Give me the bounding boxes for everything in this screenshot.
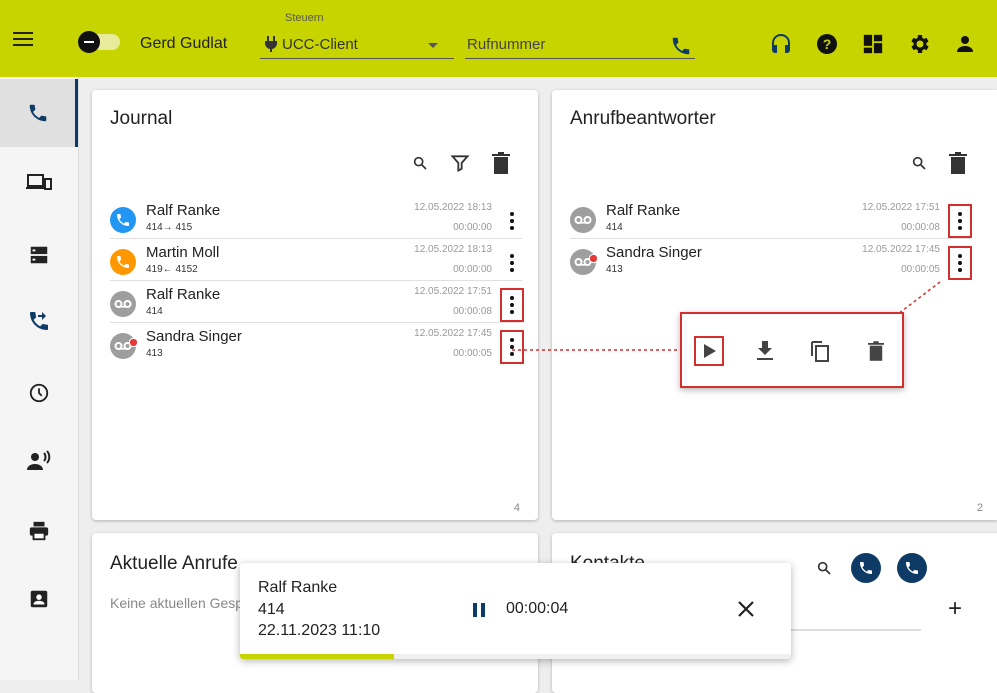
current-calls-title: Aktuelle Anrufe [110,553,238,574]
close-icon[interactable] [737,600,755,623]
player-progress[interactable] [240,654,791,659]
player-datetime: 22.11.2023 11:10 [258,622,381,639]
player-name: Ralf Ranke [258,579,338,596]
copy-icon[interactable] [807,338,833,364]
voicemail-player: Ralf Ranke 414 22.11.2023 11:10 00:00:04 [240,563,791,659]
contacts-tab-underline [791,629,921,631]
call-settings-icon[interactable] [851,553,881,583]
pause-icon[interactable] [472,602,486,623]
voicemail-actions-popup [680,312,904,388]
add-contact-button[interactable]: + [948,595,962,623]
player-elapsed: 00:00:04 [506,600,569,617]
player-progress-fill [240,654,395,659]
search-icon[interactable] [816,560,832,581]
player-number: 414 [258,601,285,618]
download-icon[interactable] [752,338,778,364]
call-forward-icon[interactable] [897,553,927,583]
delete-icon[interactable] [863,338,889,364]
play-icon[interactable] [694,336,724,366]
